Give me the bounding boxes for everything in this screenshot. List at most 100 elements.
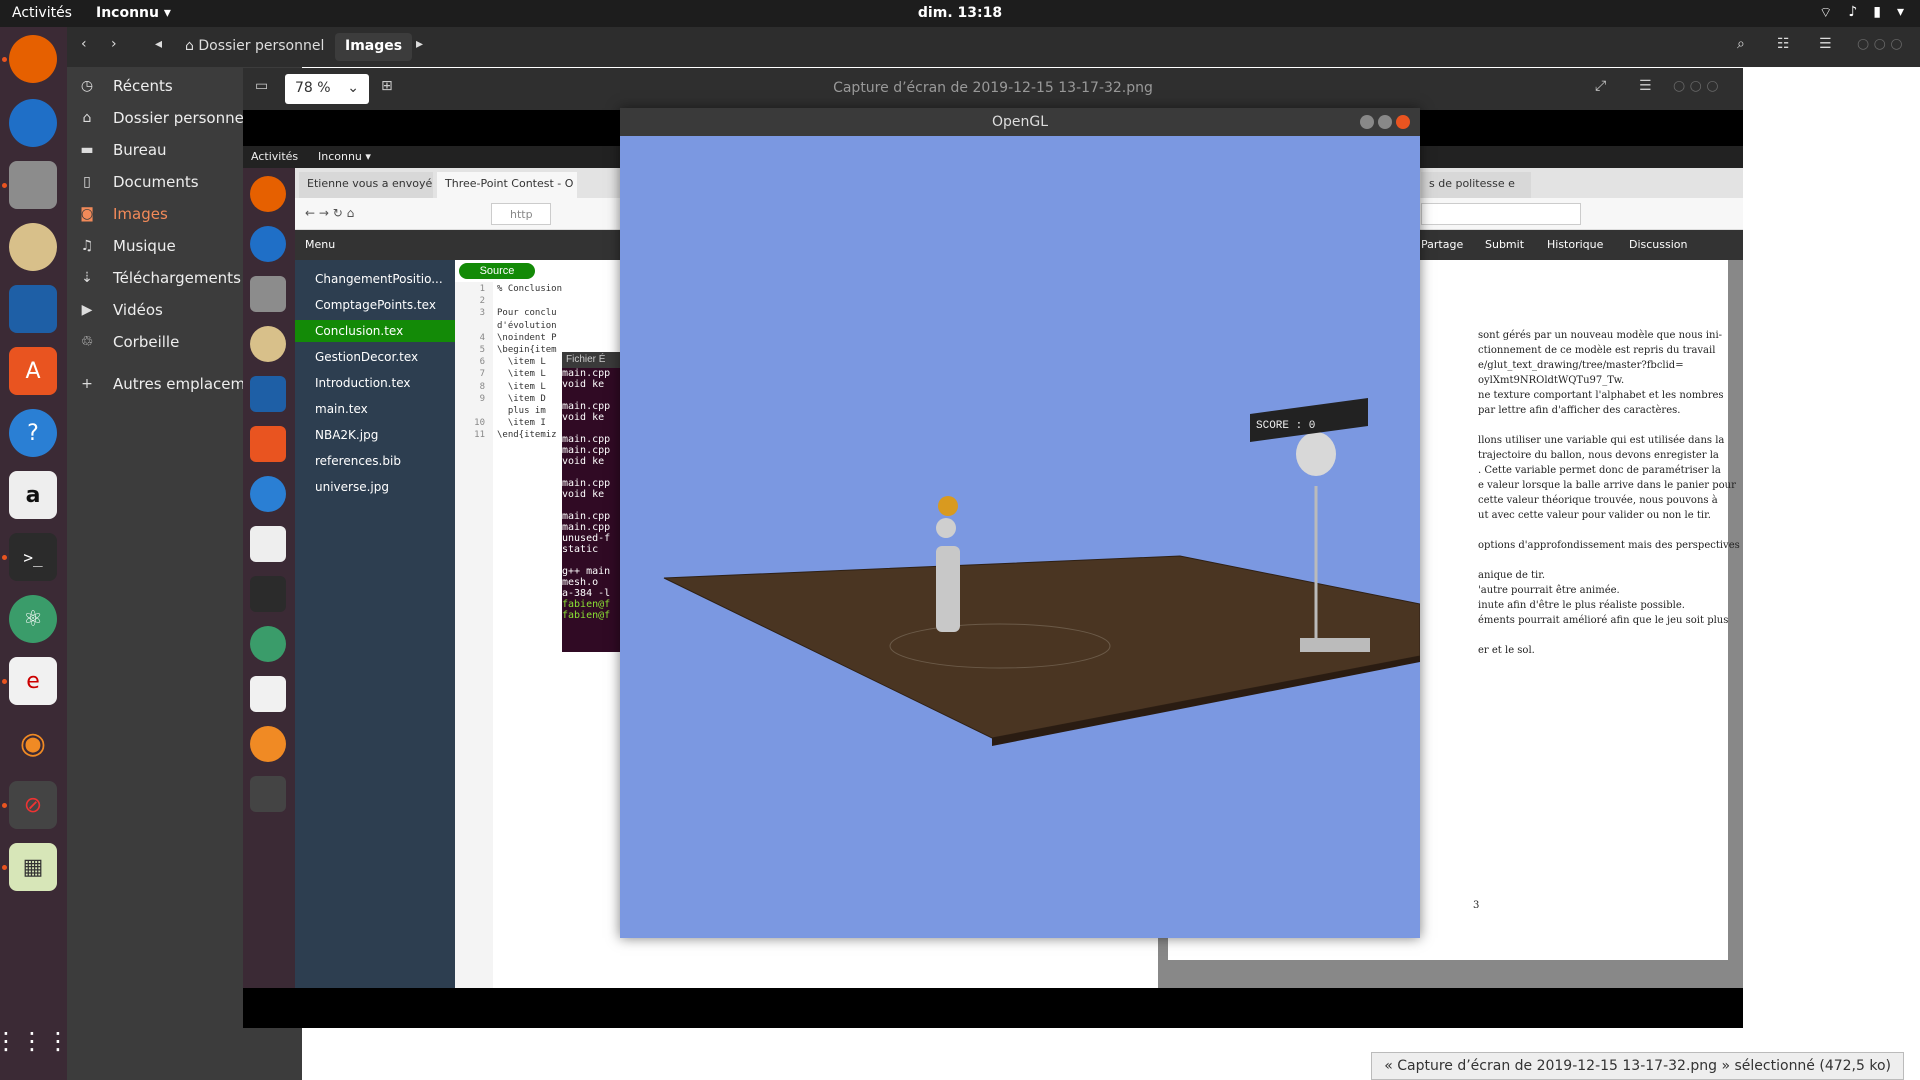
pdf-reader-icon bbox=[250, 676, 286, 712]
line-number: 1 bbox=[479, 284, 485, 294]
firefox-icon bbox=[250, 176, 286, 212]
minimize-button[interactable] bbox=[1360, 115, 1374, 129]
amazon-icon[interactable]: a bbox=[9, 471, 57, 519]
path-left-icon[interactable]: ◂ bbox=[155, 36, 162, 52]
opengl-window[interactable]: OpenGL SCORE : 0 bbox=[620, 108, 1420, 938]
back-icon[interactable]: ‹ bbox=[81, 36, 87, 52]
atom-icon[interactable]: ⚛ bbox=[9, 595, 57, 643]
overleaf-action: Historique bbox=[1547, 238, 1604, 251]
place-label: Bureau bbox=[113, 141, 167, 159]
place-documents[interactable]: ▯ Documents bbox=[77, 169, 198, 195]
files-icon[interactable] bbox=[9, 161, 57, 209]
overleaf-action: Discussion bbox=[1629, 238, 1688, 251]
line-number: 3 bbox=[479, 308, 485, 319]
chevron-down-icon: ▾ bbox=[1896, 4, 1904, 20]
terminal-line: unused-f bbox=[562, 533, 611, 544]
line-number: 10 bbox=[474, 418, 485, 429]
terminal-line: void ke bbox=[562, 379, 605, 390]
clock[interactable]: dim. 13:18 bbox=[918, 5, 1002, 21]
opengl-titlebar: OpenGL bbox=[620, 108, 1420, 136]
terminal-line: mesh.o bbox=[562, 577, 599, 588]
wifi-icon: ⌔ bbox=[1819, 5, 1833, 21]
rhythmbox-icon[interactable] bbox=[9, 223, 57, 271]
terminal-icon[interactable]: >_ bbox=[9, 533, 57, 581]
score-text: SCORE : 0 bbox=[1256, 420, 1315, 432]
download-icon: ⇣ bbox=[81, 270, 93, 286]
overleaf-menu: Menu bbox=[305, 238, 336, 251]
view-options-icon[interactable]: ☷ bbox=[1777, 36, 1790, 52]
help-icon[interactable]: ? bbox=[9, 409, 57, 457]
pdf-line: llons utiliser une variable qui est util… bbox=[1478, 435, 1725, 446]
close-button[interactable] bbox=[1396, 115, 1410, 129]
place-home[interactable]: ⌂ Dossier personnel bbox=[77, 105, 248, 131]
terminal-line: main.cpp bbox=[562, 522, 611, 533]
menu-icon[interactable]: ☰ bbox=[1639, 78, 1652, 94]
firefox-icon[interactable] bbox=[9, 35, 57, 83]
opengl-app-icon[interactable]: ⊘ bbox=[9, 781, 57, 829]
video-icon: ▶ bbox=[81, 302, 93, 318]
app-menu[interactable]: Inconnu ▾ bbox=[96, 5, 171, 21]
search-icon[interactable]: ⌕ bbox=[1737, 36, 1745, 52]
place-desktop[interactable]: ▬ Bureau bbox=[77, 137, 167, 163]
place-recent[interactable]: ◷ Récents bbox=[77, 73, 173, 99]
path-right-icon[interactable]: ▸ bbox=[416, 36, 423, 52]
line-number: 2 bbox=[479, 296, 485, 307]
file-item: universe.jpg bbox=[315, 480, 389, 494]
desktop-icon: ▬ bbox=[80, 142, 94, 158]
writer-icon[interactable] bbox=[9, 285, 57, 333]
thunderbird-icon[interactable] bbox=[9, 99, 57, 147]
pdf-line: oylXmt9NROldtWQTu97_Tw. bbox=[1478, 375, 1625, 386]
window-controls[interactable]: ○ ○ ○ bbox=[1857, 36, 1903, 52]
code-line: % Conclusion bbox=[497, 284, 563, 294]
terminal-line: a-384 -l bbox=[562, 588, 611, 599]
pdf-line: . Cette variable permet donc de paramétr… bbox=[1478, 465, 1721, 476]
image-viewer-icon[interactable]: ▦ bbox=[9, 843, 57, 891]
source-toggle: Source bbox=[459, 263, 535, 279]
place-music[interactable]: ♫ Musique bbox=[77, 233, 176, 259]
terminal-line: main.cpp bbox=[562, 511, 611, 522]
window-controls[interactable]: ○ ○ ○ bbox=[1673, 78, 1719, 94]
code-line: \noindent P bbox=[497, 332, 557, 343]
place-videos[interactable]: ▶ Vidéos bbox=[77, 297, 163, 323]
blender-icon[interactable]: ◉ bbox=[9, 719, 57, 767]
terminal-icon bbox=[250, 576, 286, 612]
system-tray[interactable]: ⌔ ♪ ▮ ▾ bbox=[1819, 4, 1904, 22]
basketball bbox=[938, 496, 958, 516]
breadcrumb-home[interactable]: ⌂ Dossier personnel bbox=[175, 33, 334, 61]
recent-icon: ◷ bbox=[80, 78, 94, 94]
software-icon bbox=[250, 426, 286, 462]
maximize-button[interactable] bbox=[1378, 115, 1392, 129]
terminal-line: fabien@f bbox=[562, 599, 611, 610]
menu-icon[interactable]: ☰ bbox=[1819, 36, 1832, 52]
code-line: \item L bbox=[497, 369, 546, 380]
place-images[interactable]: ◙ Images bbox=[77, 201, 168, 227]
nav-icons: ← → ↻ ⌂ bbox=[305, 206, 355, 220]
terminal-line: main.cpp bbox=[562, 478, 611, 489]
place-trash[interactable]: ♲ Corbeille bbox=[77, 329, 180, 355]
files-headerbar: ‹ › ◂ ⌂ Dossier personnel Images ▸ ⌕ ☷ ☰… bbox=[67, 27, 1920, 67]
app-grid-icon[interactable]: ⋮⋮⋮ bbox=[0, 1017, 70, 1065]
pdf-line: inute afin d'être le plus réaliste possi… bbox=[1478, 600, 1685, 611]
blender-icon bbox=[250, 726, 286, 762]
file-item: NBA2K.jpg bbox=[315, 428, 379, 442]
music-icon: ♫ bbox=[80, 238, 94, 254]
software-icon[interactable]: A bbox=[9, 347, 57, 395]
place-label: Images bbox=[113, 205, 168, 223]
activities-button[interactable]: Activités bbox=[12, 5, 72, 21]
terminal-line: void ke bbox=[562, 456, 605, 467]
breadcrumb-images[interactable]: Images bbox=[335, 33, 413, 61]
terminal-line: void ke bbox=[562, 489, 605, 500]
help-icon bbox=[250, 476, 286, 512]
home-icon: ⌂ bbox=[82, 110, 92, 126]
place-label: Corbeille bbox=[113, 333, 180, 351]
file-item: references.bib bbox=[315, 454, 401, 468]
pdf-reader-icon[interactable]: e bbox=[9, 657, 57, 705]
fullscreen-icon[interactable]: ⤢ bbox=[1595, 78, 1606, 94]
inner-activities: Activités bbox=[251, 150, 299, 163]
forward-icon[interactable]: › bbox=[111, 36, 117, 52]
pdf-line: 'autre pourrait être animée. bbox=[1478, 585, 1620, 596]
line-number: 11 bbox=[474, 430, 485, 441]
overleaf-action: Submit bbox=[1485, 238, 1525, 251]
inner-dock bbox=[243, 168, 295, 988]
place-downloads[interactable]: ⇣ Téléchargements bbox=[77, 265, 241, 291]
